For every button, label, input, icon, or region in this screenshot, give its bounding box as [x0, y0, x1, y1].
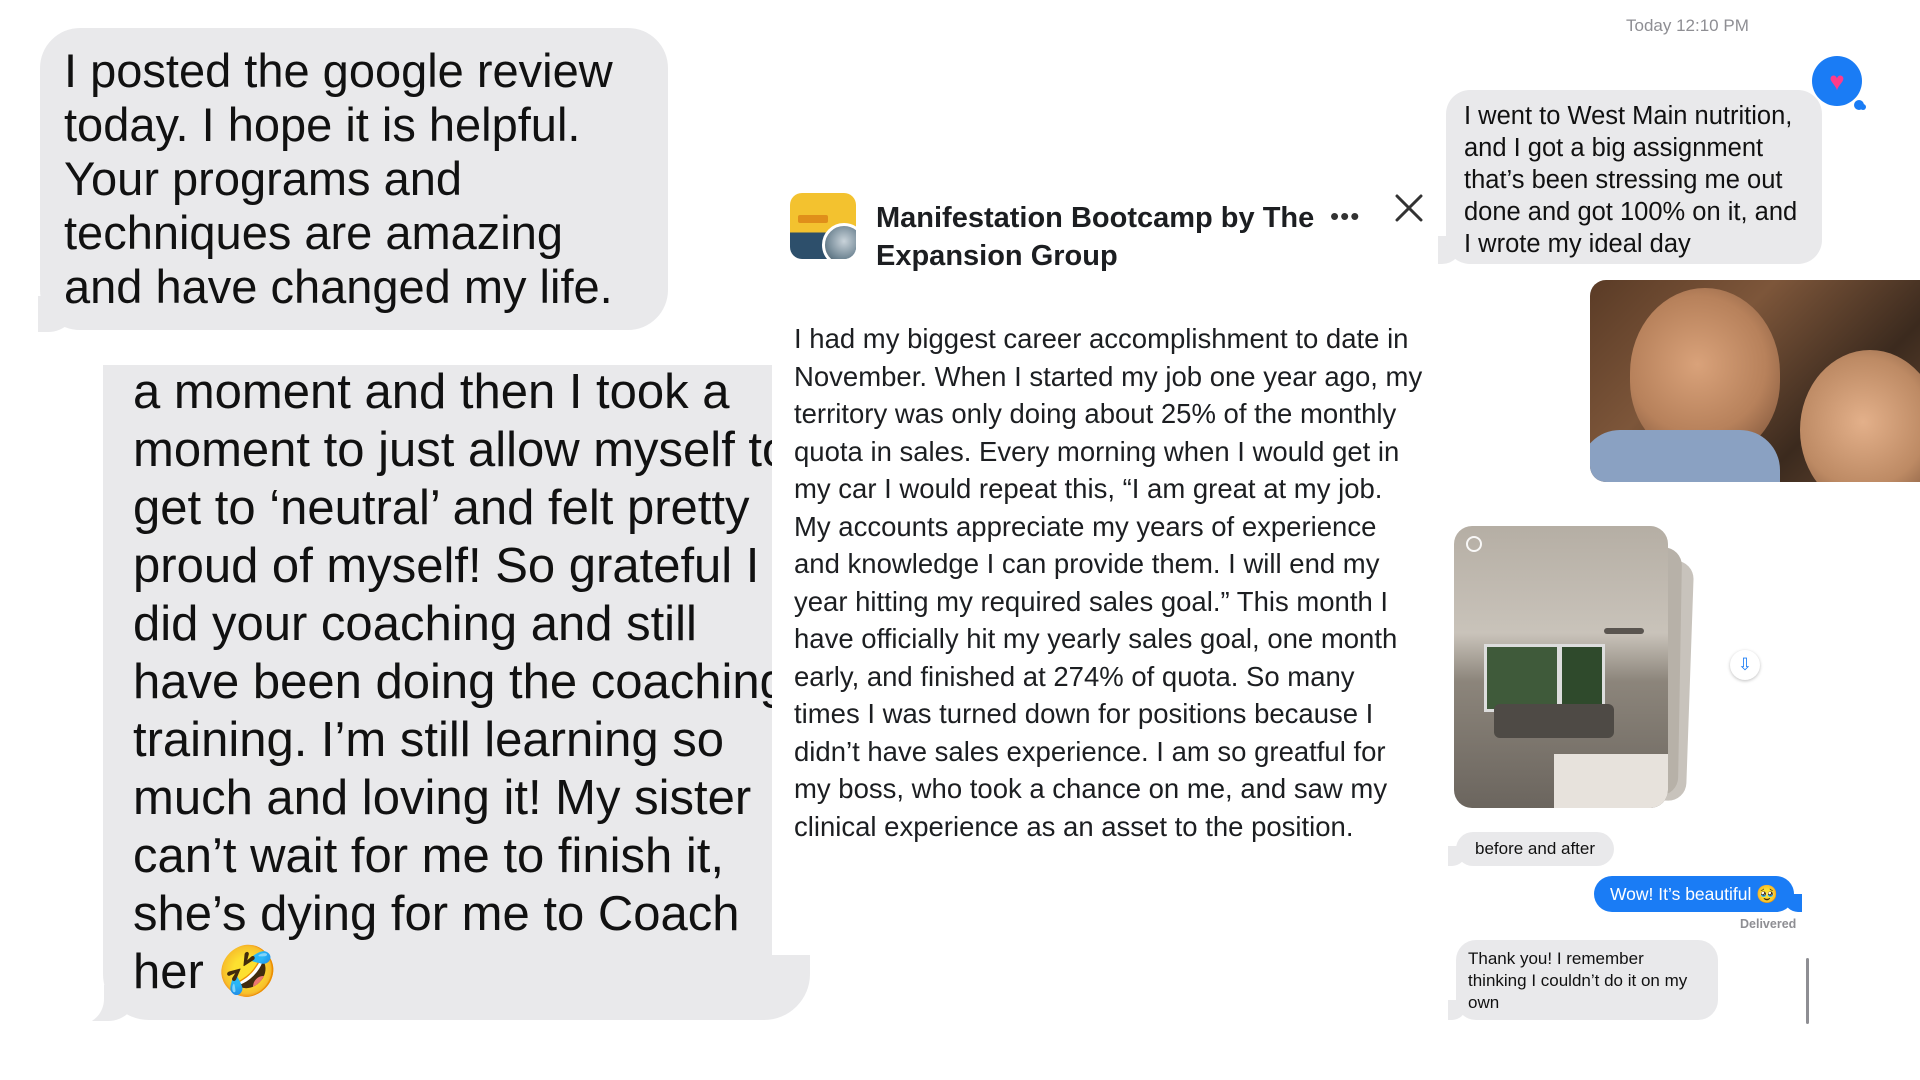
more-icon[interactable]: •••: [1330, 201, 1370, 231]
received-message[interactable]: I went to West Main nutrition, and I got…: [1446, 90, 1822, 264]
message-text: Thank you! I remember thinking I couldn’…: [1468, 949, 1688, 1012]
message-text: before and after: [1474, 839, 1596, 858]
facebook-post: Manifestation Bootcamp by The Expansion …: [772, 175, 1432, 955]
video-thumbnail[interactable]: [1590, 280, 1920, 482]
received-message[interactable]: a moment and then I took a moment to jus…: [103, 365, 810, 1020]
received-message[interactable]: before and after: [1456, 832, 1614, 866]
profile-photo: [822, 223, 856, 259]
timestamp: Today 12:10 PM: [1626, 16, 1749, 35]
post-body: I had my biggest career accomplishment t…: [794, 323, 1423, 842]
scrollbar[interactable]: [1806, 958, 1809, 1024]
delivered-status: Delivered: [1740, 917, 1797, 931]
page-avatar[interactable]: [790, 193, 856, 259]
received-message[interactable]: I posted the google review today. I hope…: [40, 28, 668, 330]
heart-reaction-icon[interactable]: ♥: [1812, 56, 1862, 106]
received-message[interactable]: Thank you! I remember thinking I couldn’…: [1456, 940, 1718, 1020]
message-text: a moment and then I took a moment to jus…: [133, 365, 790, 999]
photo-stack[interactable]: [1454, 526, 1668, 808]
close-icon[interactable]: [1392, 191, 1426, 225]
page-name[interactable]: Manifestation Bootcamp by The Expansion …: [876, 199, 1316, 275]
message-text: I posted the google review today. I hope…: [64, 44, 613, 313]
message-text: I went to West Main nutrition, and I got…: [1464, 102, 1798, 258]
sent-message[interactable]: Wow! It’s beautiful 🥹: [1594, 876, 1794, 912]
reaction-tail-dot: [1860, 104, 1866, 110]
live-photo-icon: [1466, 536, 1482, 552]
message-text: Wow! It’s beautiful 🥹: [1609, 884, 1779, 904]
save-icon[interactable]: ⇩: [1730, 650, 1760, 680]
